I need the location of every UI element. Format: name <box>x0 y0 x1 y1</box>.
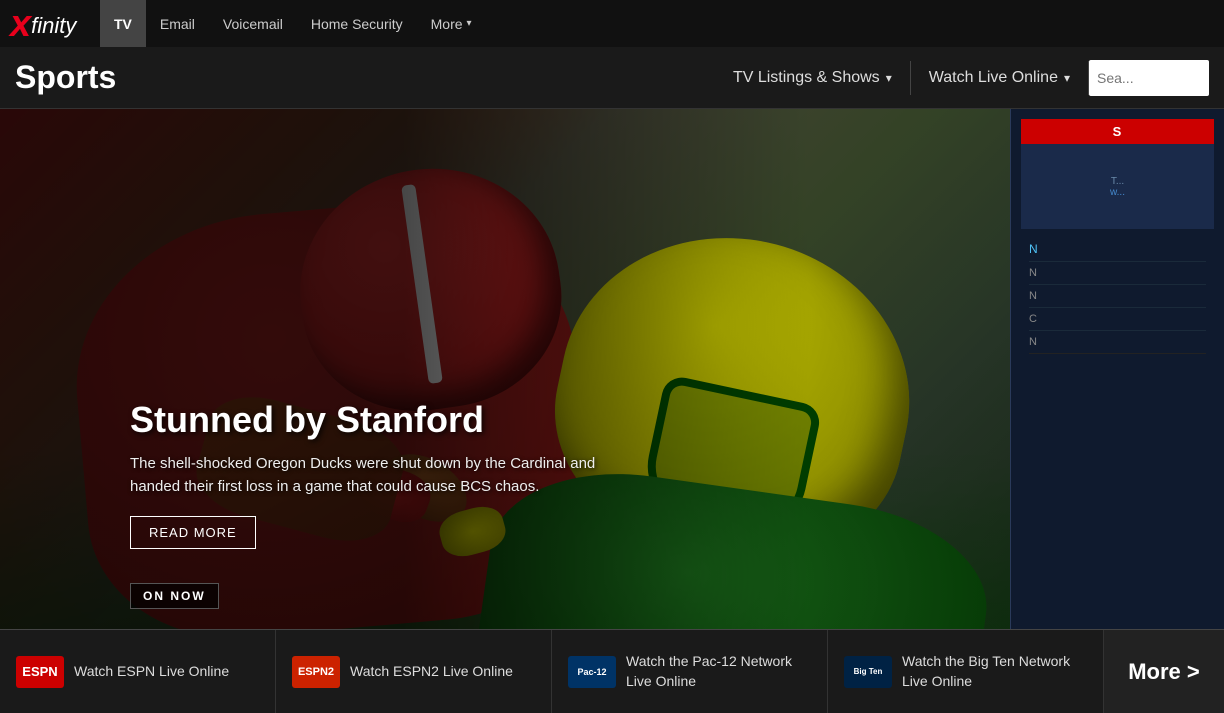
nav-voicemail[interactable]: Voicemail <box>209 0 297 47</box>
hero-description: The shell-shocked Oregon Ducks were shut… <box>130 453 630 498</box>
on-now-badge: ON NOW <box>130 583 219 609</box>
xfinity-logo[interactable]: x finity <box>10 9 80 39</box>
tv-listings-shows-button[interactable]: TV Listings & Shows ▾ <box>715 61 911 95</box>
hero-title: Stunned by Stanford <box>130 399 630 441</box>
side-story-4[interactable]: C <box>1029 308 1206 331</box>
nav-email[interactable]: Email <box>146 0 209 47</box>
side-story-2[interactable]: N <box>1029 262 1206 285</box>
hero-gradient-overlay <box>0 109 1010 629</box>
strip-pac12[interactable]: Pac-12 Watch the Pac-12 Network Live Onl… <box>552 630 828 713</box>
page-title: Sports <box>15 59 715 96</box>
espn2-logo: ESPN2 <box>292 656 340 688</box>
sports-header-bar: Sports TV Listings & Shows ▾ Watch Live … <box>0 47 1224 109</box>
side-panel-image: T...w... <box>1021 144 1214 229</box>
logo-x: x <box>10 5 31 43</box>
more-dropdown-arrow: ▾ <box>467 18 472 29</box>
search-box[interactable] <box>1089 60 1209 96</box>
strip-bigten[interactable]: Big Ten Watch the Big Ten Network Live O… <box>828 630 1104 713</box>
side-story-3[interactable]: N <box>1029 285 1206 308</box>
strip-more-button[interactable]: More > <box>1104 630 1224 713</box>
hero-section: Stunned by Stanford The shell-shocked Or… <box>0 109 1010 629</box>
top-navigation: x finity TV Email Voicemail Home Securit… <box>0 0 1224 47</box>
side-story-5[interactable]: N <box>1029 331 1206 354</box>
strip-espn2-text: Watch ESPN2 Live Online <box>350 662 513 682</box>
bottom-channel-strip: ESPN Watch ESPN Live Online ESPN2 Watch … <box>0 629 1224 713</box>
main-content-area: Stunned by Stanford The shell-shocked Or… <box>0 109 1224 629</box>
espn-logo: ESPN <box>16 656 64 688</box>
nav-home-security[interactable]: Home Security <box>297 0 417 47</box>
listings-dropdown-arrow: ▾ <box>886 71 892 85</box>
bigten-logo: Big Ten <box>844 656 892 688</box>
strip-bigten-text: Watch the Big Ten Network Live Online <box>902 652 1087 691</box>
read-more-button[interactable]: READ MORE <box>130 516 256 549</box>
strip-pac12-text: Watch the Pac-12 Network Live Online <box>626 652 811 691</box>
watch-dropdown-arrow: ▾ <box>1064 71 1070 85</box>
side-panel: S T...w... N N N C N <box>1010 109 1224 629</box>
side-story-1[interactable]: N <box>1029 237 1206 262</box>
hero-content: Stunned by Stanford The shell-shocked Or… <box>130 399 630 549</box>
strip-espn[interactable]: ESPN Watch ESPN Live Online <box>0 630 276 713</box>
strip-espn-text: Watch ESPN Live Online <box>74 662 229 682</box>
nav-more[interactable]: More ▾ <box>417 0 486 47</box>
side-panel-stories: N N N C N <box>1021 229 1214 362</box>
watch-live-online-button[interactable]: Watch Live Online ▾ <box>911 61 1089 95</box>
side-panel-top-bar: S <box>1021 119 1214 144</box>
strip-espn2[interactable]: ESPN2 Watch ESPN2 Live Online <box>276 630 552 713</box>
pac12-logo: Pac-12 <box>568 656 616 688</box>
search-input[interactable] <box>1097 70 1201 86</box>
nav-tv[interactable]: TV <box>100 0 146 47</box>
logo-finity: finity <box>31 13 76 39</box>
